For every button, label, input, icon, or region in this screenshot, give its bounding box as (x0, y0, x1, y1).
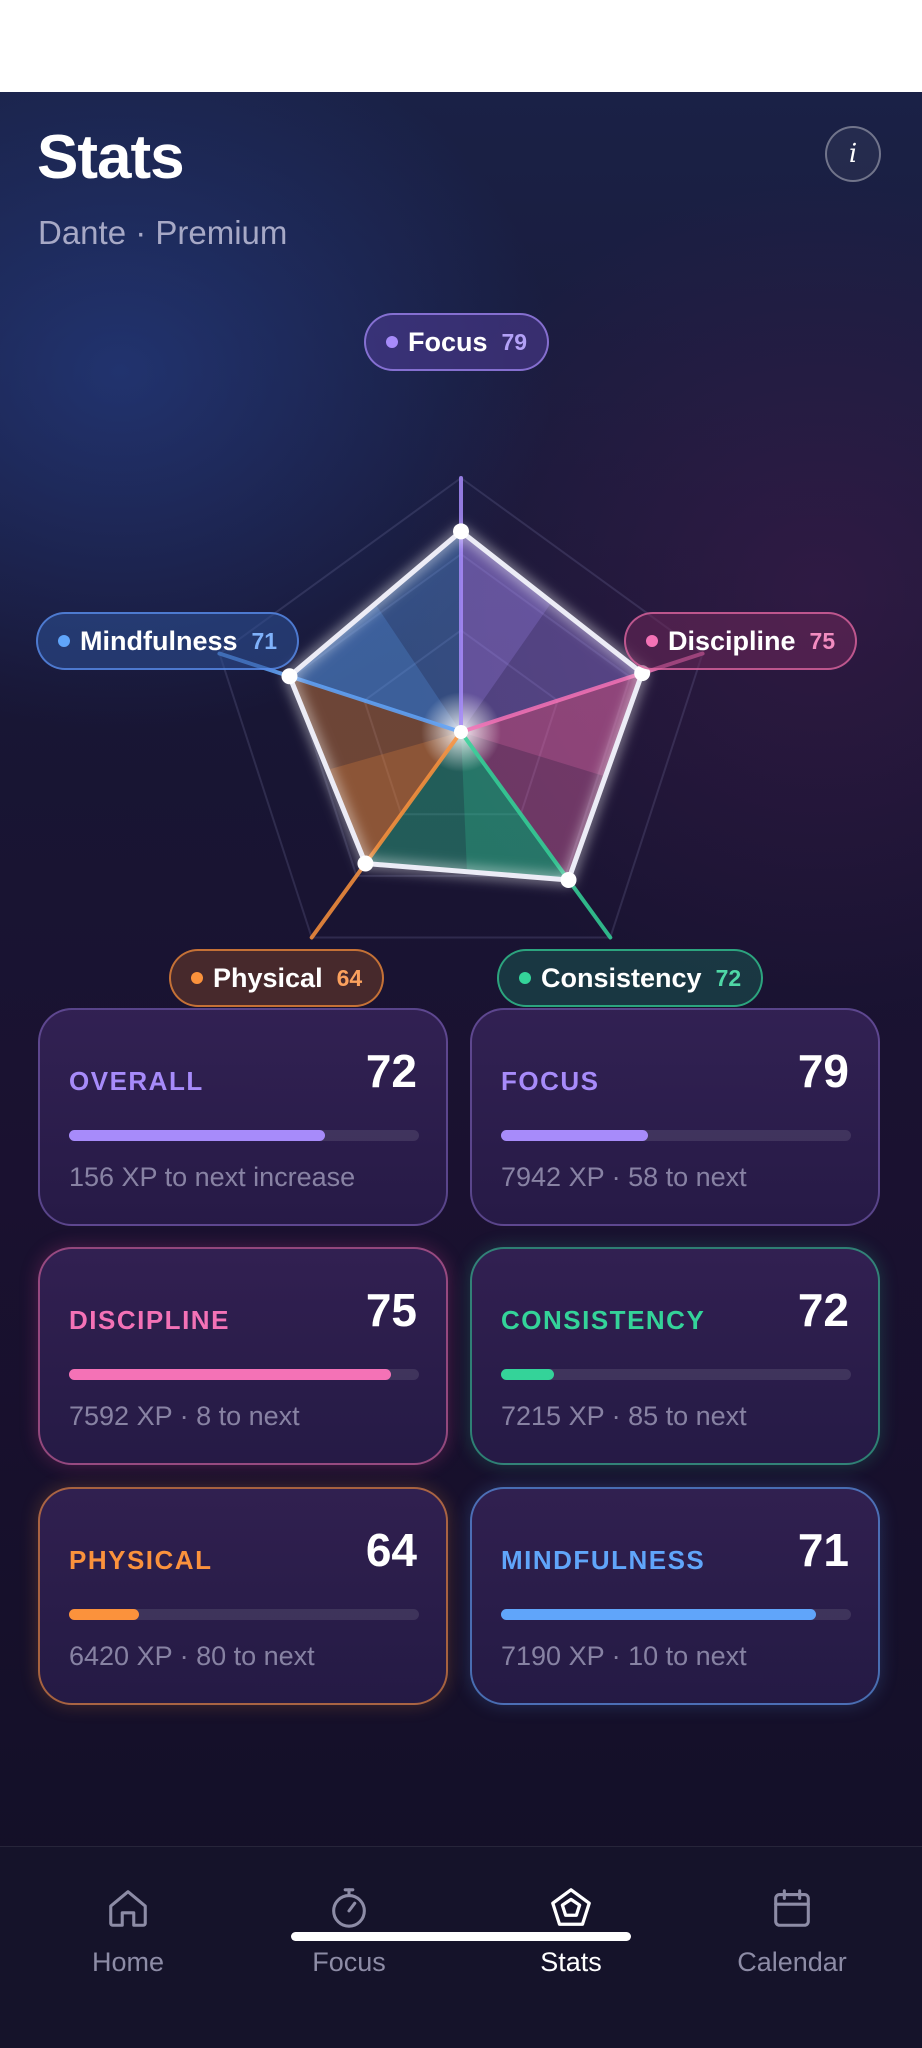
radar-label-value: 71 (251, 627, 278, 654)
physical-dot (191, 972, 203, 984)
stat-card-subtext: 7190 XP · 10 to next (501, 1641, 747, 1671)
stat-card-subtext: 6420 XP · 80 to next (69, 1641, 315, 1671)
radar-label-text: Discipline (668, 625, 796, 656)
stat-card-subtext: 156 XP to next increase (69, 1162, 356, 1192)
tab-home[interactable]: Home (28, 1885, 228, 1978)
bottom-tab-bar: Home Focus Stats Calendar (0, 1846, 922, 2048)
stats-screen: Stats Dante · Premium i Focus 79 Mindful… (0, 92, 922, 2048)
stat-card-value: 64 (365, 1524, 417, 1576)
radar-label-consistency[interactable]: Consistency 72 (497, 949, 764, 1007)
radar-point-focus (453, 523, 469, 540)
stat-card-subtext: 7942 XP · 58 to next (501, 1162, 747, 1192)
consistency-dot (519, 972, 531, 984)
stat-card-value: 71 (797, 1524, 849, 1576)
radar-label-value: 79 (501, 328, 528, 355)
progress-fill (501, 1609, 816, 1620)
progress-fill (69, 1609, 139, 1620)
stat-card-value: 75 (365, 1284, 417, 1336)
radar-label-text: Consistency (541, 962, 702, 993)
progress-track (501, 1130, 851, 1141)
radar-label-text: Physical (213, 962, 323, 993)
stat-card-label: MINDFULNESS (501, 1545, 706, 1575)
tab-label: Home (91, 1947, 165, 1977)
radar-label-physical[interactable]: Physical 64 (169, 949, 385, 1007)
radar-label-value: 72 (715, 964, 742, 991)
page-title: Stats (37, 123, 185, 192)
home-indicator (291, 1932, 631, 1941)
progress-track (501, 1369, 851, 1380)
tab-calendar[interactable]: Calendar (692, 1885, 892, 1978)
home-icon (109, 1890, 147, 1927)
mindfulness-dot (58, 635, 70, 647)
timer-icon (332, 1888, 366, 1928)
radar-chart (217, 476, 705, 940)
calendar-icon (774, 1889, 810, 1927)
stat-card-label: CONSISTENCY (501, 1305, 706, 1335)
stat-card-consistency[interactable]: CONSISTENCY 72 7215 XP · 85 to next (470, 1247, 880, 1465)
stat-card-value: 72 (365, 1045, 417, 1097)
progress-fill (69, 1369, 391, 1380)
radar-label-value: 75 (809, 627, 836, 654)
info-button[interactable]: i (825, 126, 881, 182)
progress-fill (501, 1369, 554, 1380)
discipline-dot (646, 635, 658, 647)
radar-label-text: Mindfulness (80, 625, 238, 656)
progress-track (69, 1130, 419, 1141)
tab-label: Calendar (737, 1947, 847, 1977)
radar-point-consistency (560, 871, 577, 888)
radar-center-point (454, 725, 468, 739)
stat-card-value: 79 (797, 1045, 849, 1097)
stat-card-label: FOCUS (501, 1066, 600, 1096)
stat-card-mindfulness[interactable]: MINDFULNESS 71 7190 XP · 10 to next (470, 1487, 880, 1705)
stat-card-focus[interactable]: FOCUS 79 7942 XP · 58 to next (470, 1008, 880, 1226)
radar-label-discipline[interactable]: Discipline 75 (624, 612, 858, 670)
progress-fill (69, 1130, 325, 1141)
stat-card-label: OVERALL (69, 1066, 204, 1096)
stat-card-subtext: 7592 XP · 8 to next (69, 1401, 300, 1431)
stat-card-label: DISCIPLINE (69, 1305, 230, 1335)
info-icon: i (848, 139, 858, 169)
stat-card-physical[interactable]: PHYSICAL 64 6420 XP · 80 to next (38, 1487, 448, 1705)
stat-card-value: 72 (797, 1284, 849, 1336)
progress-fill (501, 1130, 648, 1141)
page-subtitle: Dante · Premium (38, 214, 288, 251)
progress-track (69, 1609, 419, 1620)
progress-track (69, 1369, 419, 1380)
tab-label: Focus (312, 1947, 386, 1977)
stat-card-overall[interactable]: OVERALL 72 156 XP to next increase (38, 1008, 448, 1226)
radar-label-focus[interactable]: Focus 79 (364, 313, 550, 371)
radar-point-mindfulness (281, 668, 298, 685)
progress-track (501, 1609, 851, 1620)
radar-label-text: Focus (408, 326, 488, 357)
radar-label-mindfulness[interactable]: Mindfulness 71 (36, 612, 300, 670)
stat-card-subtext: 7215 XP · 85 to next (501, 1401, 747, 1431)
focus-dot (386, 336, 398, 348)
radar-point-physical (357, 855, 374, 872)
radar-label-value: 64 (336, 964, 363, 991)
tab-label: Stats (540, 1947, 602, 1977)
pentagon-icon (551, 1888, 591, 1926)
stat-card-discipline[interactable]: DISCIPLINE 75 7592 XP · 8 to next (38, 1247, 448, 1465)
stat-card-label: PHYSICAL (69, 1545, 213, 1575)
